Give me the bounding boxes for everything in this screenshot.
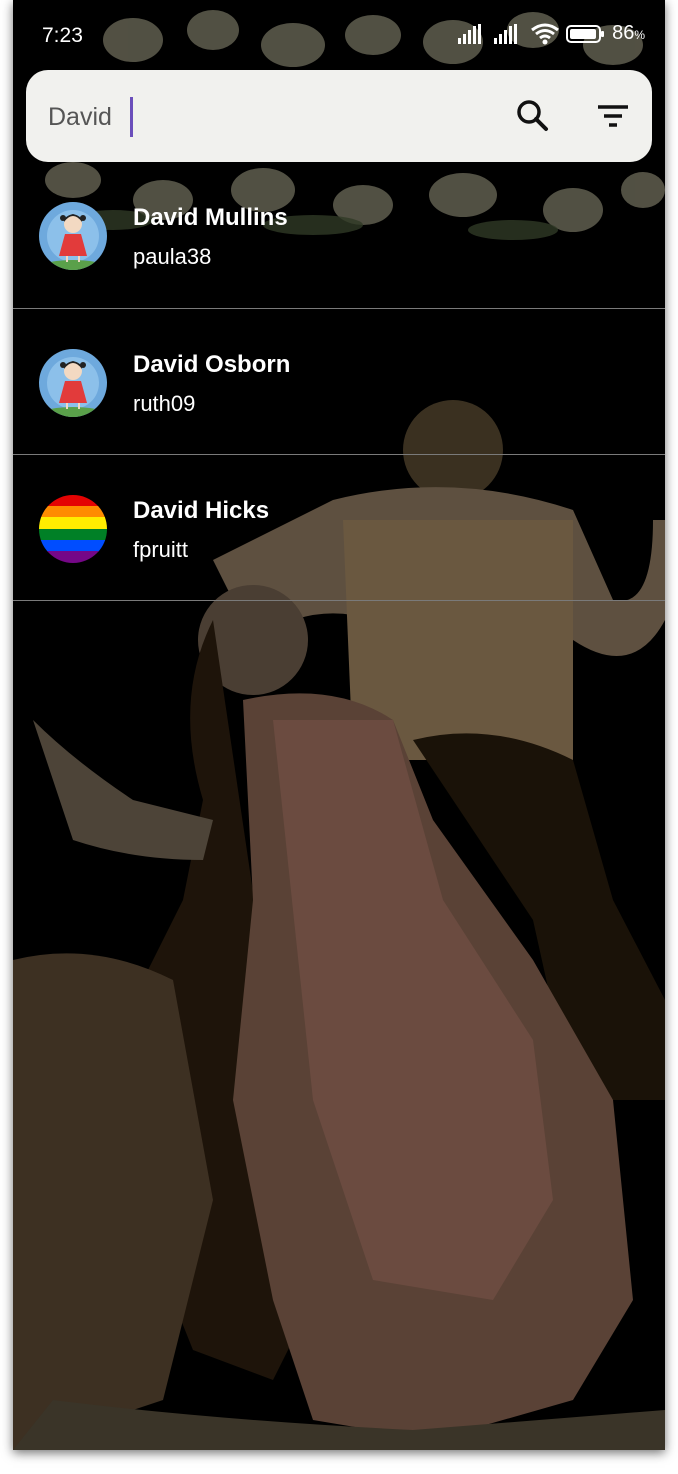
contact-name: David Mullins	[133, 204, 288, 231]
wifi-icon	[531, 23, 559, 44]
search-icon	[517, 100, 548, 131]
clock: 7:23	[42, 24, 83, 47]
phone-screen: 7:23 86% David David Mullins paula38 Dav…	[13, 0, 665, 1450]
filter-icon	[598, 105, 628, 127]
girl-cartoon-avatar-icon	[39, 349, 107, 417]
signal-icon	[458, 23, 482, 44]
contact-username: ruth09	[133, 391, 196, 416]
contact-username: paula38	[133, 244, 212, 269]
battery-icon	[566, 24, 605, 43]
avatar	[39, 202, 107, 270]
contact-name: David Hicks	[133, 497, 270, 524]
filter-button[interactable]	[594, 97, 632, 135]
text-cursor	[130, 97, 133, 137]
search-bar	[26, 70, 652, 162]
avatar	[39, 495, 107, 563]
search-results-list: David Mullins paula38 David Osborn ruth0…	[13, 164, 665, 601]
girl-cartoon-avatar-icon	[39, 202, 107, 270]
rainbow-flag-avatar-icon	[39, 495, 107, 563]
result-row[interactable]: David Mullins paula38	[13, 164, 665, 309]
avatar	[39, 349, 107, 417]
result-row[interactable]: David Hicks fpruitt	[13, 455, 665, 601]
battery-percent: 86%	[612, 22, 645, 44]
signal-icon-2	[494, 23, 518, 44]
status-bar: 7:23 86%	[13, 0, 665, 70]
result-row[interactable]: David Osborn ruth09	[13, 309, 665, 455]
search-button[interactable]	[514, 97, 552, 135]
contact-username: fpruitt	[133, 537, 189, 562]
contact-name: David Osborn	[133, 351, 291, 378]
search-input[interactable]	[46, 94, 470, 140]
system-icons: 86%	[458, 22, 645, 45]
